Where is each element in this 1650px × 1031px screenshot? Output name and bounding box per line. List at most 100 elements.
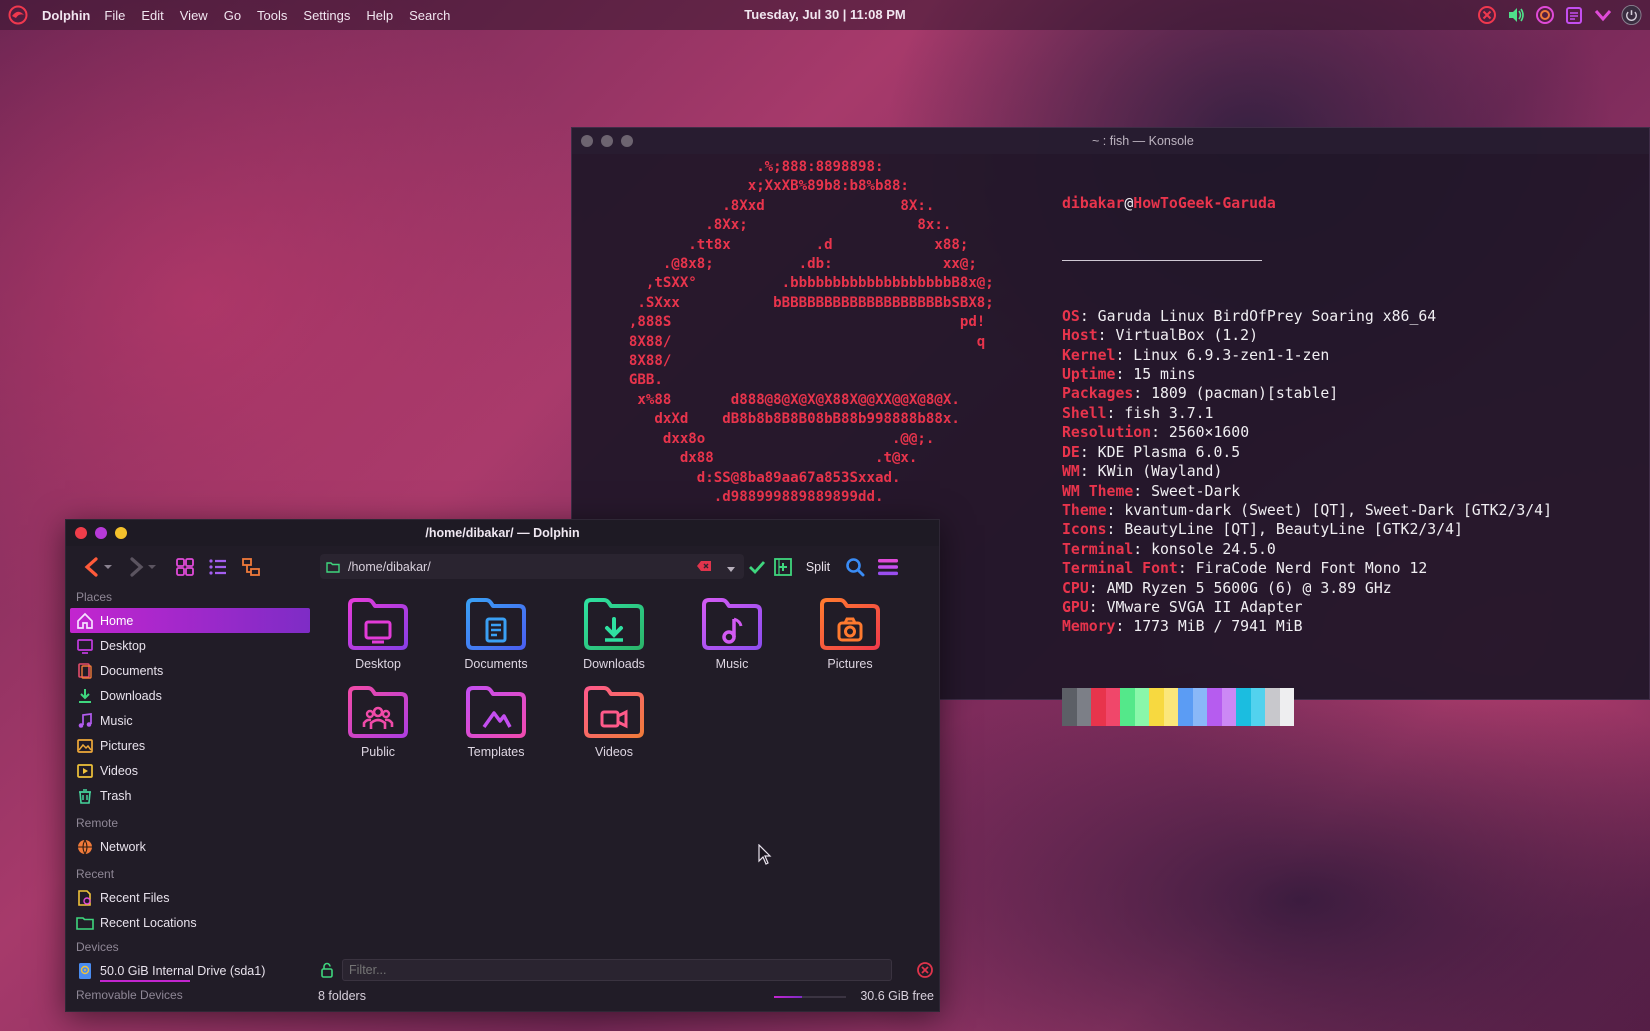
clipboard-icon[interactable] xyxy=(1563,4,1584,25)
sidebar-item-videos[interactable]: Videos xyxy=(70,758,310,783)
sidebar-item-home[interactable]: Home xyxy=(70,608,310,633)
close-filter-icon[interactable] xyxy=(916,961,934,984)
info-value: 1809 (pacman)[stable] xyxy=(1151,385,1339,403)
info-value: 15 mins xyxy=(1133,366,1196,384)
location-path[interactable]: /home/dibakar/ xyxy=(348,560,431,574)
folder-pictures[interactable]: Pictures xyxy=(794,594,906,671)
sidebar-item-recent-locations[interactable]: Recent Locations xyxy=(70,910,310,935)
system-tray xyxy=(1476,4,1642,25)
garuda-logo-icon[interactable] xyxy=(8,5,28,25)
color-palette xyxy=(1062,687,1294,726)
info-colon: : xyxy=(1133,482,1152,500)
info-value: VMware SVGA II Adapter xyxy=(1106,598,1303,616)
info-value: VirtualBox (1.2) xyxy=(1115,327,1259,345)
places-panel: Places Home Desktop Documents Downloads Musi… xyxy=(70,586,310,1006)
palette-swatch xyxy=(1265,687,1280,726)
sidebar-item-documents[interactable]: Documents xyxy=(70,658,310,683)
username: dibakar xyxy=(1062,194,1125,212)
split-button[interactable]: Split xyxy=(801,555,835,579)
free-space-label[interactable]: 30.6 GiB free xyxy=(860,989,934,1003)
location-history-icon[interactable] xyxy=(726,563,736,577)
folder-documents[interactable]: Documents xyxy=(440,594,552,671)
split-view-icon[interactable] xyxy=(772,555,794,579)
chevron-down-icon[interactable] xyxy=(1592,4,1613,25)
desktop-folder-icon xyxy=(322,594,434,654)
folder-desktop[interactable]: Desktop xyxy=(322,594,434,671)
folder-public[interactable]: Public xyxy=(322,682,434,759)
music-folder-icon xyxy=(676,594,788,654)
info-line: Kernel: Linux 6.9.3-zen1-1-zen xyxy=(1062,346,1552,365)
folder-templates[interactable]: Templates xyxy=(440,682,552,759)
info-value: BeautyLine [QT], BeautyLine [GTK2/3/4] xyxy=(1124,521,1463,539)
menu-file[interactable]: File xyxy=(104,8,125,23)
forward-icon[interactable] xyxy=(126,555,146,579)
sidebar-item-network[interactable]: Network xyxy=(70,834,310,859)
menu-edit[interactable]: Edit xyxy=(141,8,163,23)
clear-location-icon[interactable] xyxy=(696,560,712,575)
remote-list: Network xyxy=(70,834,310,859)
active-app-name[interactable]: Dolphin xyxy=(42,8,90,23)
palette-swatch xyxy=(1163,687,1178,726)
videos-icon xyxy=(76,762,94,780)
downloads-folder-icon xyxy=(558,594,670,654)
menu-settings[interactable]: Settings xyxy=(303,8,350,23)
info-line: Icons: BeautyLine [QT], BeautyLine [GTK2… xyxy=(1062,520,1552,539)
search-icon[interactable] xyxy=(844,555,866,579)
dolphin-titlebar[interactable]: /home/dibakar/ — Dolphin xyxy=(66,520,939,546)
sidebar-item-recent-files[interactable]: Recent Files xyxy=(70,885,310,910)
info-key: WM Theme xyxy=(1062,482,1134,500)
sidebar-item-desktop[interactable]: Desktop xyxy=(70,633,310,658)
volume-icon[interactable] xyxy=(1505,4,1526,25)
filter-input[interactable] xyxy=(342,959,892,981)
konsole-minimize-button[interactable] xyxy=(601,135,613,147)
power-icon[interactable] xyxy=(1621,4,1642,25)
back-history-icon[interactable] xyxy=(102,555,114,579)
info-lines: OS: Garuda Linux BirdOfPrey Soaring x86_… xyxy=(1062,307,1552,637)
location-folder-icon xyxy=(326,561,340,573)
confirm-location-icon[interactable] xyxy=(746,555,768,579)
konsole-titlebar[interactable]: ~ : fish — Konsole xyxy=(572,128,1649,154)
swirl-icon[interactable] xyxy=(1534,4,1555,25)
sidebar-item-music[interactable]: Music xyxy=(70,708,310,733)
folder-music[interactable]: Music xyxy=(676,594,788,671)
sidebar-item-pictures[interactable]: Pictures xyxy=(70,733,310,758)
location-bar[interactable]: /home/dibakar/ xyxy=(320,554,744,579)
info-line: OS: Garuda Linux BirdOfPrey Soaring x86_… xyxy=(1062,307,1552,326)
file-view[interactable]: Desktop Documents Downloads Music Pictur… xyxy=(314,586,934,946)
menu-help[interactable]: Help xyxy=(366,8,393,23)
menu-go[interactable]: Go xyxy=(224,8,241,23)
sidebar-item-50-0-gib-internal-drive-sda1[interactable]: 50.0 GiB Internal Drive (sda1) xyxy=(70,958,310,983)
info-key: CPU xyxy=(1062,579,1089,597)
tree-view-icon[interactable] xyxy=(240,555,262,579)
folder-videos[interactable]: Videos xyxy=(558,682,670,759)
panel-clock[interactable]: Tuesday, Jul 30 | 11:08 PM xyxy=(744,7,905,22)
menu-view[interactable]: View xyxy=(180,8,208,23)
download-icon xyxy=(76,687,94,705)
clock-container: Tuesday, Jul 30 | 11:08 PM xyxy=(0,7,1650,22)
back-icon[interactable] xyxy=(82,555,102,579)
forward-history-icon[interactable] xyxy=(146,555,158,579)
drive-icon xyxy=(76,962,94,980)
icons-view-icon[interactable] xyxy=(174,555,196,579)
konsole-close-button[interactable] xyxy=(581,135,593,147)
sidebar-item-downloads[interactable]: Downloads xyxy=(70,683,310,708)
konsole-maximize-button[interactable] xyxy=(621,135,633,147)
devices-header: Devices xyxy=(76,940,119,954)
free-space-bar xyxy=(774,996,846,998)
details-view-icon[interactable] xyxy=(207,555,229,579)
devices-list: 50.0 GiB Internal Drive (sda1) xyxy=(70,958,310,983)
remote-header: Remote xyxy=(76,816,119,830)
palette-swatch xyxy=(1105,687,1120,726)
info-line: Terminal Font: FiraCode Nerd Font Mono 1… xyxy=(1062,559,1552,578)
hamburger-menu-icon[interactable] xyxy=(876,555,900,579)
videos-folder-icon xyxy=(558,682,670,742)
menu-tools[interactable]: Tools xyxy=(257,8,287,23)
lock-icon[interactable] xyxy=(320,962,334,983)
menu-search[interactable]: Search xyxy=(409,8,450,23)
music-icon xyxy=(76,712,94,730)
folder-downloads[interactable]: Downloads xyxy=(558,594,670,671)
sidebar-item-trash[interactable]: Trash xyxy=(70,783,310,808)
recent-header: Recent xyxy=(76,867,115,881)
info-line: Host: VirtualBox (1.2) xyxy=(1062,326,1552,345)
close-circle-icon[interactable] xyxy=(1476,4,1497,25)
